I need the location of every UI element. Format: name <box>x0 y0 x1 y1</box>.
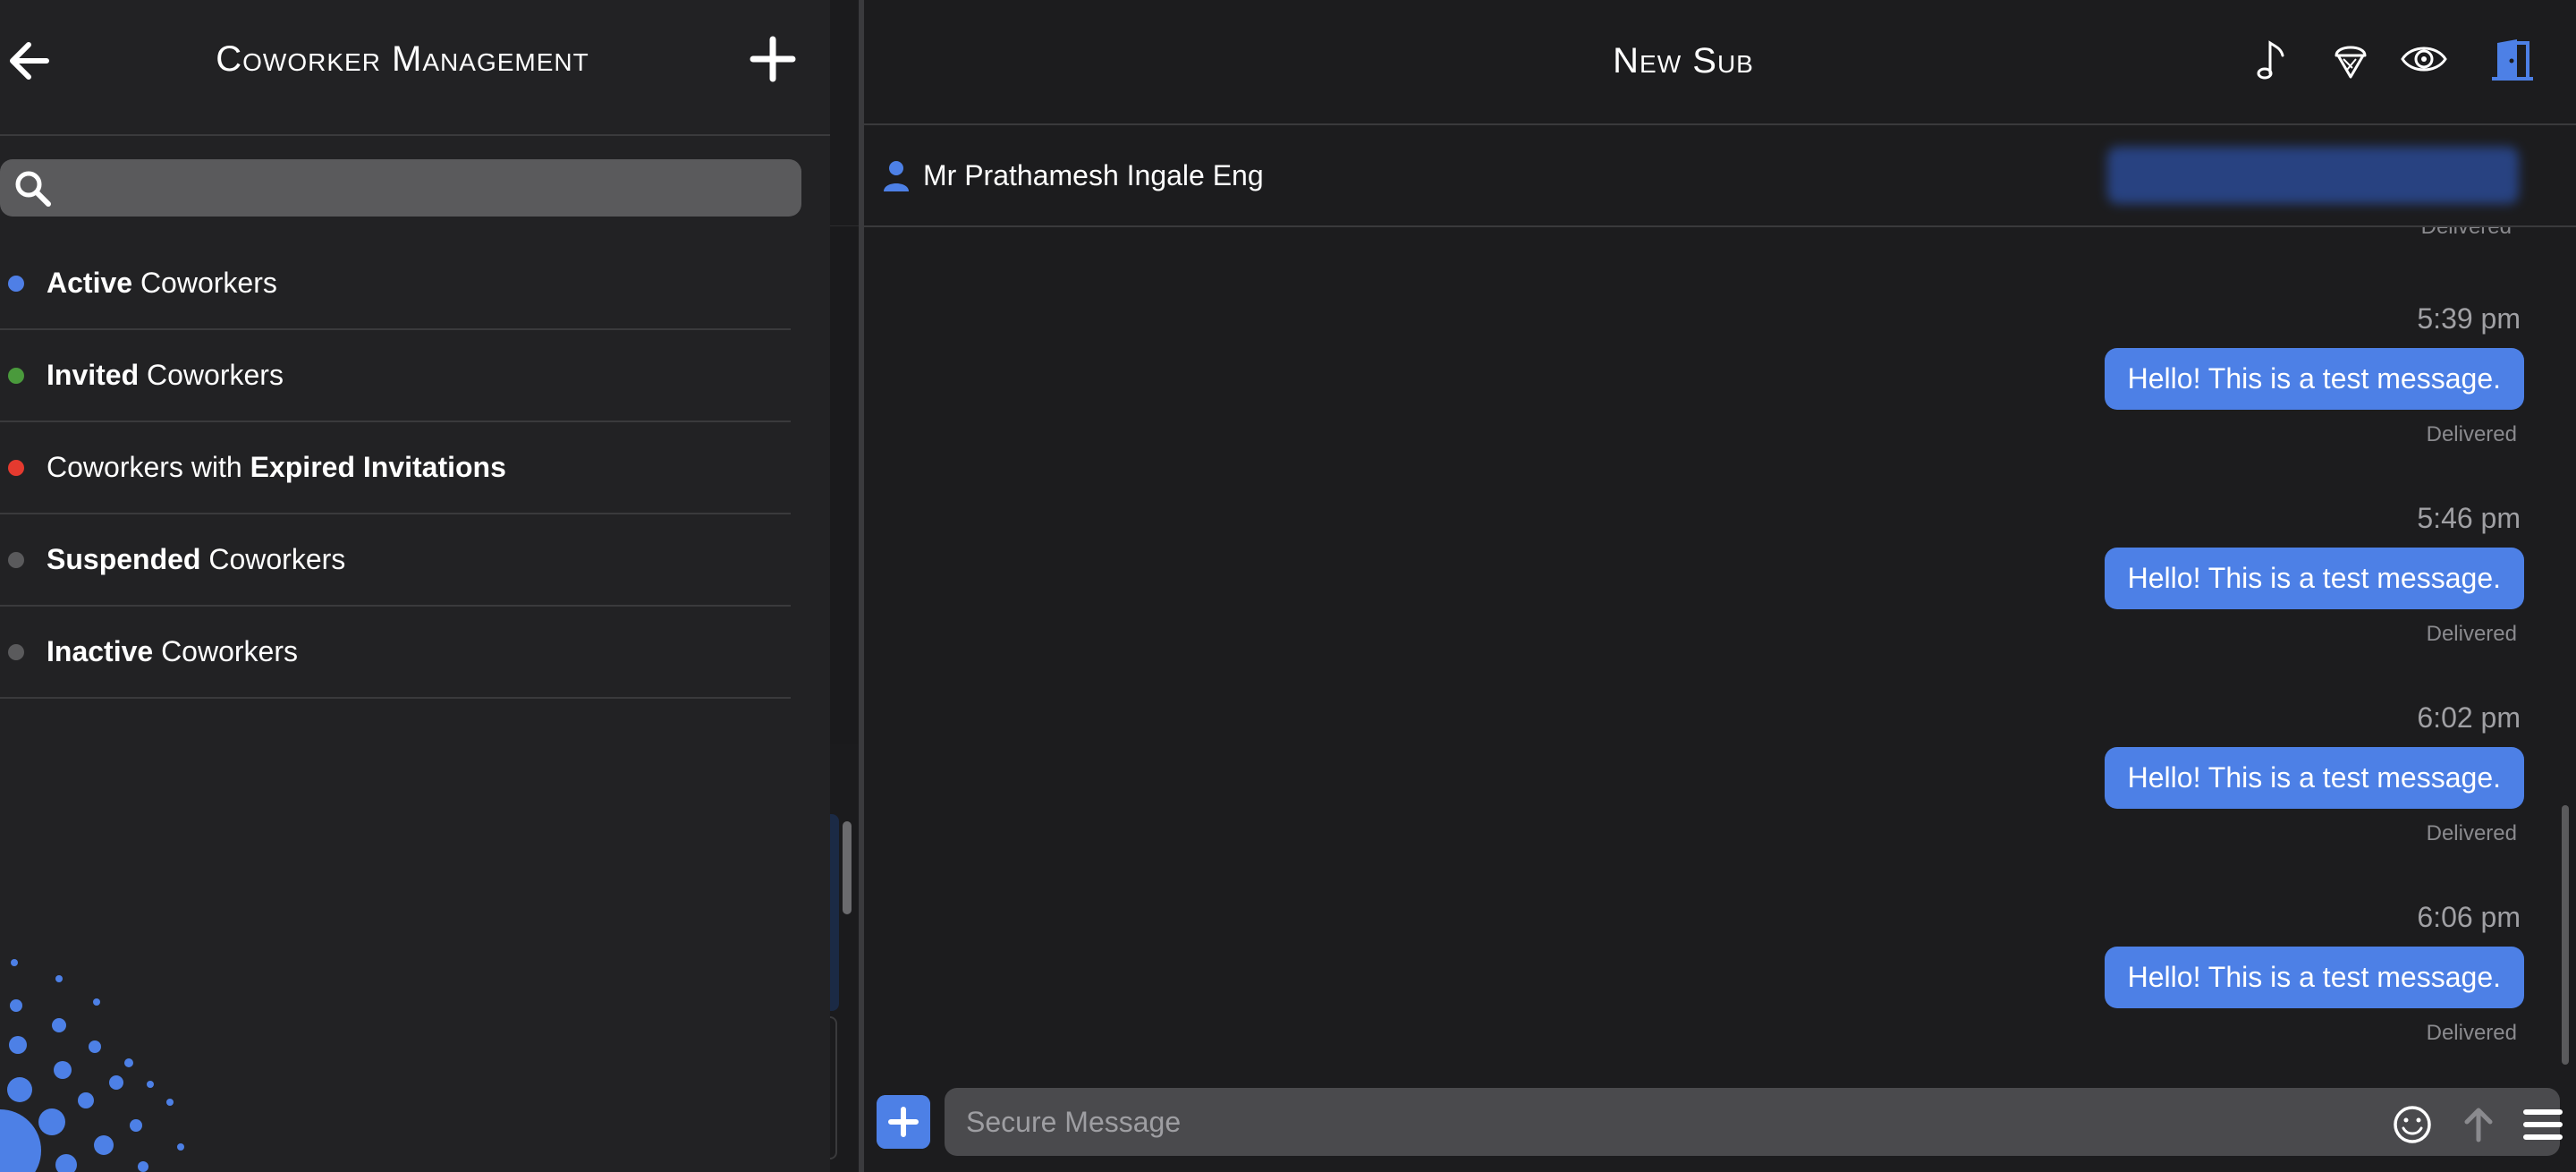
chat-panel: 5:39 pm Hello! This is a test message. D… <box>864 0 2576 1172</box>
scrollbar[interactable] <box>2562 805 2569 1065</box>
message-item: 5:46 pm Hello! This is a test message. D… <box>2104 502 2524 647</box>
page-title: Coworker Management <box>216 39 589 79</box>
chat-header: New Sub <box>864 0 2576 125</box>
item-label: Active Coworkers <box>47 267 277 299</box>
message-list: 5:39 pm Hello! This is a test message. D… <box>864 229 2576 1079</box>
eye-icon[interactable] <box>2399 34 2449 84</box>
delivery-status: Delivered <box>2426 622 2517 646</box>
message-item: 5:39 pm Hello! This is a test message. D… <box>2104 302 2524 447</box>
music-note-icon[interactable] <box>2249 34 2299 84</box>
message-composer: Secure Message <box>864 1084 2576 1172</box>
status-dot <box>8 643 24 660</box>
attach-plus-button[interactable] <box>877 1095 930 1149</box>
message-bubble[interactable]: Hello! This is a test message. <box>2104 548 2524 609</box>
search-icon <box>15 171 51 207</box>
ice-cream-icon[interactable] <box>2326 34 2376 84</box>
message-time: 5:46 pm <box>2417 502 2521 534</box>
message-time: 6:02 pm <box>2417 701 2521 734</box>
status-dot <box>8 459 24 476</box>
message-time: 6:06 pm <box>2417 901 2521 933</box>
message-bubble[interactable]: Hello! This is a test message. <box>2104 348 2524 410</box>
decorative-dots-graphic <box>0 959 184 1172</box>
background-view-edge <box>830 0 859 1172</box>
message-item: 6:06 pm Hello! This is a test message. D… <box>2104 901 2524 1046</box>
search-input[interactable] <box>66 165 782 211</box>
contact-bar: Mr Prathamesh Ingale Eng <box>864 127 2576 227</box>
delivery-status: Delivered <box>2426 422 2517 446</box>
person-icon <box>884 161 909 191</box>
message-item: 6:02 pm Hello! This is a test message. D… <box>2104 701 2524 846</box>
coworker-header: Coworker Management <box>0 0 830 136</box>
send-arrow-icon[interactable] <box>2456 1102 2501 1147</box>
item-label: Suspended Coworkers <box>47 543 346 575</box>
scrollbar[interactable] <box>843 821 852 914</box>
status-dot <box>8 551 24 568</box>
message-placeholder: Secure Message <box>966 1106 1182 1138</box>
item-label: Inactive Coworkers <box>47 635 298 667</box>
list-item-invited-coworkers[interactable]: Invited Coworkers <box>0 330 791 422</box>
menu-icon[interactable] <box>2521 1102 2565 1147</box>
item-label: Invited Coworkers <box>47 359 284 391</box>
coworker-management-panel: Coworker Management Active Coworkers Inv… <box>0 0 859 1172</box>
add-coworker-button[interactable] <box>750 36 796 82</box>
search-bar <box>0 159 801 217</box>
list-item-inactive-coworkers[interactable]: Inactive Coworkers <box>0 607 791 699</box>
item-label: Coworkers with Expired Invitations <box>47 451 506 483</box>
message-bubble[interactable]: Hello! This is a test message. <box>2104 747 2524 809</box>
exit-door-icon[interactable] <box>2488 34 2538 84</box>
delivery-status: Delivered <box>2426 821 2517 845</box>
message-input[interactable]: Secure Message <box>945 1088 2563 1156</box>
blurred-message <box>2107 147 2519 204</box>
status-dot <box>8 275 24 292</box>
message-time: 5:39 pm <box>2417 302 2521 335</box>
delivery-status: Delivered <box>2426 1021 2517 1045</box>
coworker-category-list: Active Coworkers Invited Coworkers Cowor… <box>0 238 791 699</box>
list-item-suspended-coworkers[interactable]: Suspended Coworkers <box>0 514 791 607</box>
list-item-active-coworkers[interactable]: Active Coworkers <box>0 238 791 330</box>
contact-name[interactable]: Mr Prathamesh Ingale Eng <box>923 159 1264 192</box>
emoji-icon[interactable] <box>2390 1102 2435 1147</box>
list-item-expired-invitations[interactable]: Coworkers with Expired Invitations <box>0 422 791 514</box>
message-bubble[interactable]: Hello! This is a test message. <box>2104 947 2524 1008</box>
status-dot <box>8 367 24 384</box>
